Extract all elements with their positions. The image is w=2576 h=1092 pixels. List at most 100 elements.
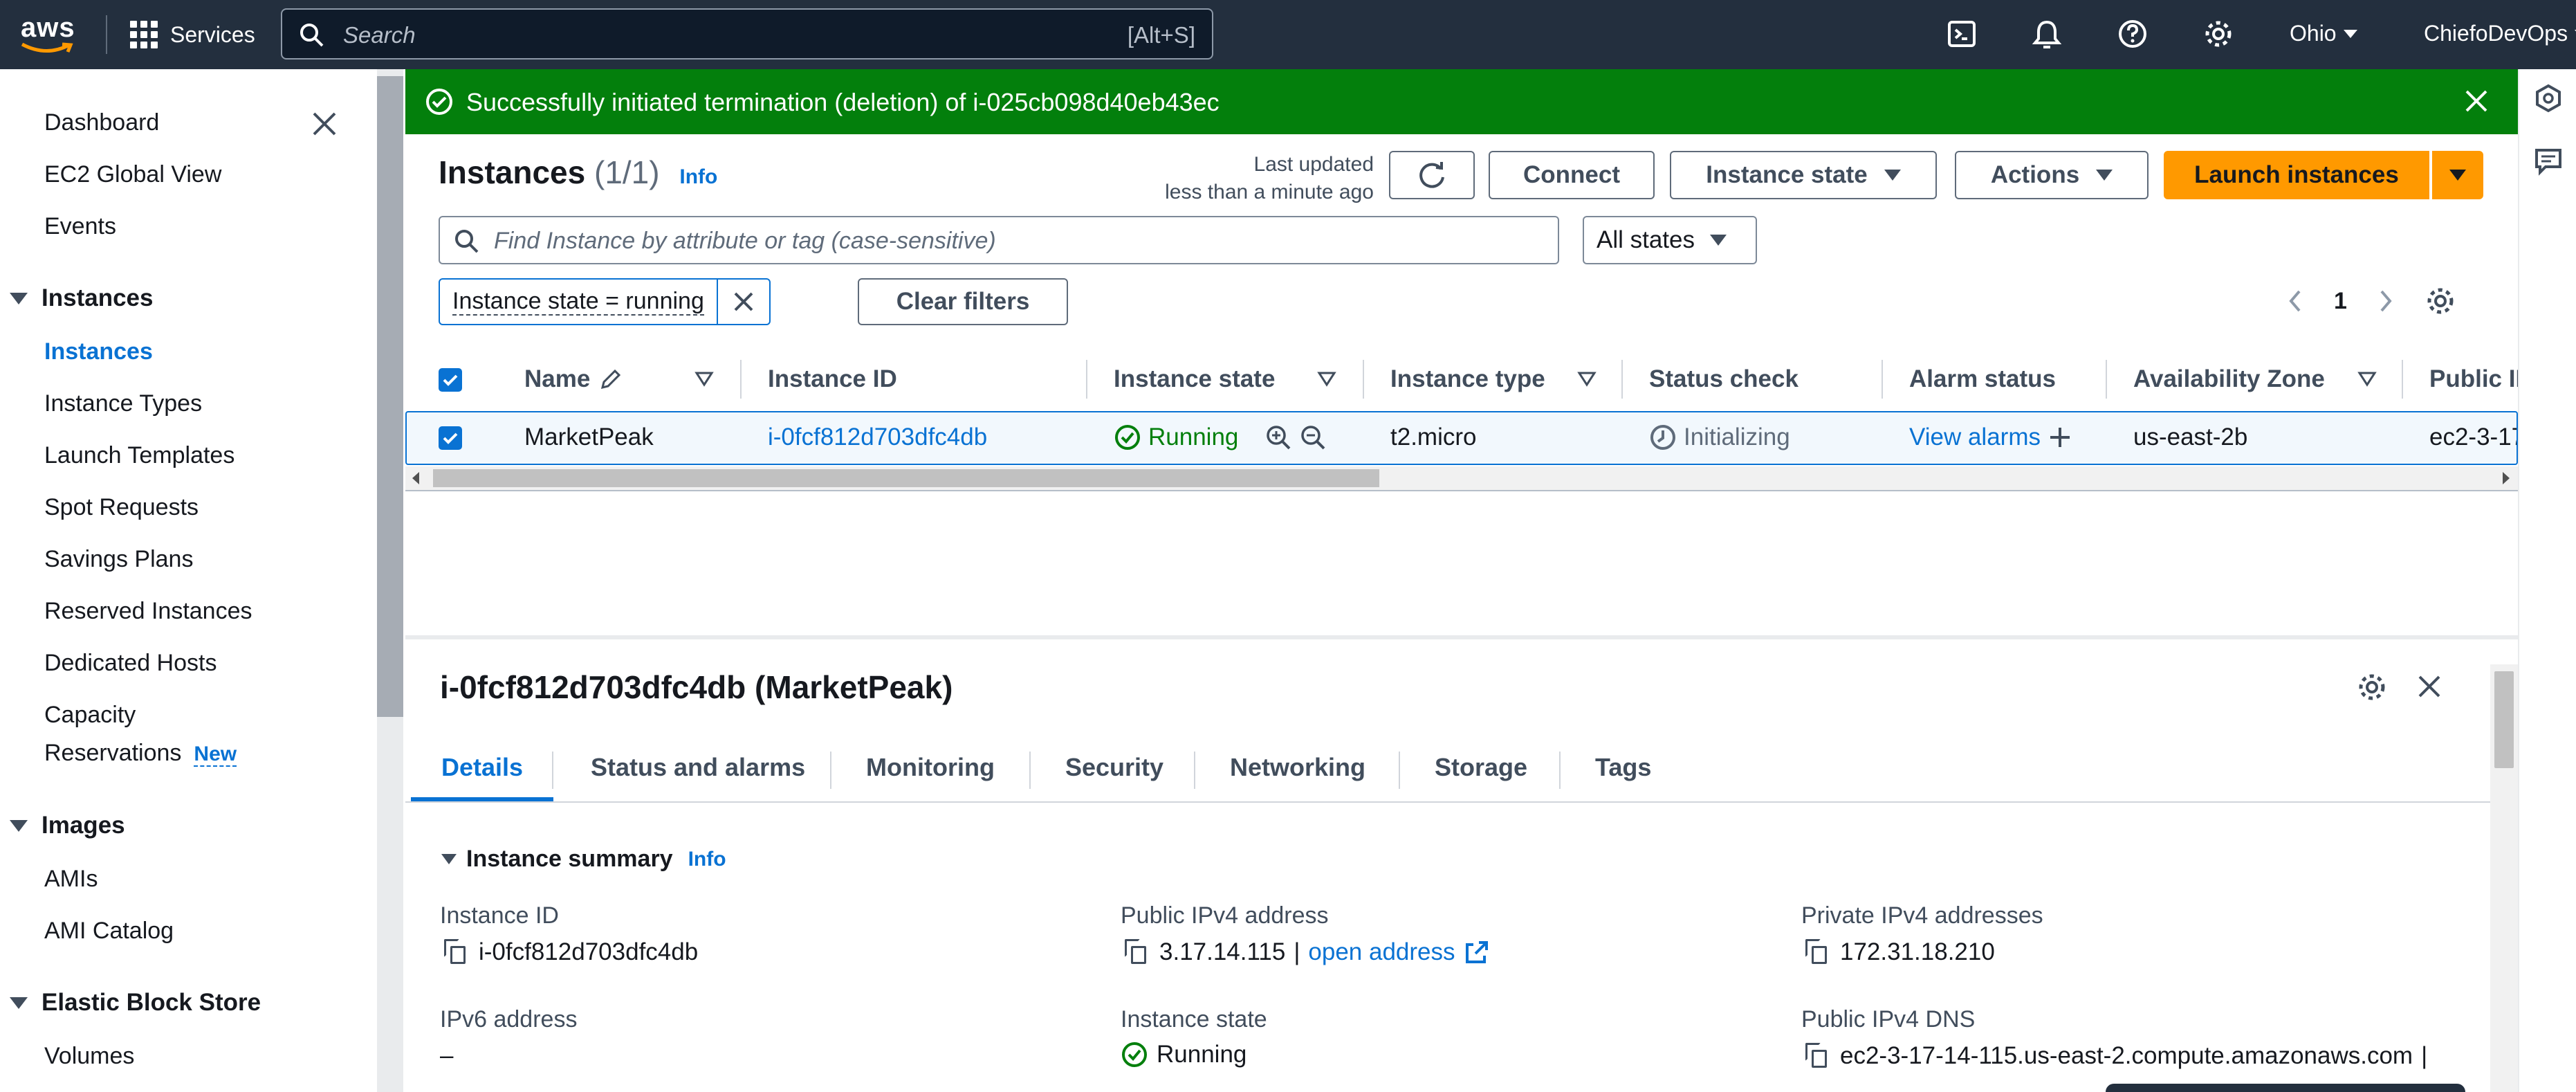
sort-icon[interactable] <box>1577 371 1597 388</box>
filter-token: Instance state = running <box>439 278 771 325</box>
tab-security[interactable]: Security <box>1065 753 1163 782</box>
clear-filters-button[interactable]: Clear filters <box>858 278 1068 325</box>
instance-state-label: Instance state <box>1121 1006 1267 1032</box>
column-header-instance-id[interactable]: Instance ID <box>768 365 897 393</box>
sidebar-item-savings-plans[interactable]: Savings Plans <box>44 546 193 573</box>
tab-details[interactable]: Details <box>441 753 523 782</box>
feedback-icon[interactable] <box>2533 147 2564 177</box>
summary-info-link[interactable]: Info <box>688 848 726 871</box>
copy-icon[interactable] <box>1125 939 1148 965</box>
actions-button[interactable]: Actions <box>1955 151 2149 199</box>
instance-state-button[interactable]: Instance state <box>1670 151 1937 199</box>
account-menu[interactable]: ChiefoDevOps <box>2424 21 2576 46</box>
dismiss-flash-icon[interactable] <box>2461 86 2492 116</box>
aws-logo[interactable]: aws <box>17 11 79 58</box>
row-checkbox[interactable] <box>439 426 462 450</box>
sidebar-item-reserved-instances[interactable]: Reserved Instances <box>44 598 252 625</box>
next-page-icon[interactable] <box>2377 289 2394 313</box>
sidebar-item-dedicated-hosts[interactable]: Dedicated Hosts <box>44 650 217 677</box>
sidebar-scrollbar[interactable] <box>377 69 403 1092</box>
add-alarm-plus-icon[interactable] <box>2048 425 2072 450</box>
tab-networking[interactable]: Networking <box>1230 753 1365 782</box>
scroll-right-arrow[interactable] <box>2503 472 2510 484</box>
sort-icon[interactable] <box>1317 371 1336 388</box>
tab-monitoring[interactable]: Monitoring <box>866 753 995 782</box>
find-instance-input[interactable]: Find Instance by attribute or tag (case-… <box>439 216 1559 264</box>
instances-info-link[interactable]: Info <box>679 165 717 188</box>
close-sidebar-icon[interactable] <box>310 109 339 138</box>
launch-instances-dropdown[interactable] <box>2432 151 2483 199</box>
settings-gear-icon[interactable] <box>2202 18 2234 50</box>
sidebar-item-instance-types[interactable]: Instance Types <box>44 390 202 417</box>
cell-instance-id-link[interactable]: i-0fcf812d703dfc4db <box>768 424 987 451</box>
sidebar-item-capacity-reservations-line2[interactable]: Reservations New <box>44 740 237 767</box>
sort-icon[interactable] <box>2357 371 2377 388</box>
sidebar-item-instances[interactable]: Instances <box>44 338 153 365</box>
table-row[interactable]: MarketPeak i-0fcf812d703dfc4db Running t… <box>405 411 2518 465</box>
sidebar-item-global-view[interactable]: EC2 Global View <box>44 161 221 188</box>
sort-icon[interactable] <box>694 371 714 388</box>
sidebar-item-spot-requests[interactable]: Spot Requests <box>44 494 199 521</box>
current-page[interactable]: 1 <box>2334 288 2347 315</box>
sidebar-section-ebs[interactable]: Elastic Block Store <box>10 989 261 1017</box>
instances-heading: Instances (1/1) Info <box>439 154 718 190</box>
sidebar-section-images[interactable]: Images <box>10 812 125 839</box>
services-label: Services <box>170 21 255 47</box>
sidebar-item-events[interactable]: Events <box>44 213 116 240</box>
check-icon <box>443 433 458 444</box>
connect-button[interactable]: Connect <box>1489 151 1655 199</box>
scrollbar-thumb[interactable] <box>2494 671 2514 768</box>
details-vertical-scrollbar[interactable] <box>2490 664 2518 1092</box>
zoom-in-icon[interactable] <box>1264 424 1292 451</box>
sidebar-item-volumes[interactable]: Volumes <box>44 1043 134 1070</box>
tab-status-and-alarms[interactable]: Status and alarms <box>591 753 805 782</box>
states-select[interactable]: All states <box>1583 216 1757 264</box>
open-address-link[interactable]: open address <box>1308 938 1455 966</box>
select-all-checkbox[interactable] <box>439 368 462 392</box>
column-header-instance-state[interactable]: Instance state <box>1114 365 1275 393</box>
table-horizontal-scrollbar[interactable] <box>405 466 2518 490</box>
help-icon[interactable] <box>2117 18 2149 50</box>
instance-summary-header[interactable]: Instance summary Info <box>441 846 726 873</box>
apps-grid-icon <box>130 21 158 48</box>
copy-icon[interactable] <box>1805 1043 1829 1069</box>
tab-tags[interactable]: Tags <box>1595 753 1651 782</box>
sidebar-item-capacity-reservations-line1[interactable]: Capacity <box>44 702 136 729</box>
sidebar-item-dashboard[interactable]: Dashboard <box>44 109 159 136</box>
cloudshell-icon[interactable] <box>1947 18 1978 50</box>
copy-icon[interactable] <box>444 939 468 965</box>
sidebar-item-ami-catalog[interactable]: AMI Catalog <box>44 918 174 945</box>
details-preferences-gear-icon[interactable] <box>2356 671 2388 703</box>
previous-page-icon[interactable] <box>2287 289 2303 313</box>
column-header-instance-type[interactable]: Instance type <box>1390 365 1545 393</box>
notifications-bell-icon[interactable] <box>2031 18 2063 51</box>
column-header-name[interactable]: Name <box>524 365 623 393</box>
view-alarms-link[interactable]: View alarms <box>1909 424 2041 451</box>
column-header-status-check[interactable]: Status check <box>1649 365 1798 393</box>
table-preferences-gear-icon[interactable] <box>2425 285 2456 317</box>
scroll-left-arrow[interactable] <box>412 472 419 484</box>
services-menu-button[interactable]: Services <box>130 18 255 51</box>
copy-icon[interactable] <box>1805 939 1829 965</box>
scrollbar-thumb[interactable] <box>433 469 1379 487</box>
filter-token-label[interactable]: Instance state = running <box>440 280 718 324</box>
external-link-icon[interactable] <box>1464 939 1490 965</box>
sidebar-item-launch-templates[interactable]: Launch Templates <box>44 442 234 469</box>
zoom-out-icon[interactable] <box>1299 424 1327 451</box>
scrollbar-thumb[interactable] <box>377 76 403 717</box>
column-header-public-dns[interactable]: Public IPv4 DNS <box>2429 365 2518 393</box>
close-details-icon[interactable] <box>2414 671 2445 702</box>
tab-storage[interactable]: Storage <box>1435 753 1527 782</box>
remove-filter-button[interactable] <box>718 280 769 324</box>
ipv6-value: – <box>440 1042 454 1069</box>
column-header-availability-zone[interactable]: Availability Zone <box>2133 365 2325 393</box>
sidebar-section-instances[interactable]: Instances <box>10 284 153 312</box>
hexagon-icon[interactable] <box>2533 83 2564 113</box>
refresh-button[interactable] <box>1389 151 1475 199</box>
global-search-input[interactable]: Search [Alt+S] <box>281 8 1213 60</box>
launch-instances-button[interactable]: Launch instances <box>2164 151 2429 199</box>
tab-separator <box>552 752 553 789</box>
sidebar-item-amis[interactable]: AMIs <box>44 866 98 893</box>
column-header-alarm-status[interactable]: Alarm status <box>1909 365 2056 393</box>
region-selector[interactable]: Ohio <box>2290 21 2357 46</box>
